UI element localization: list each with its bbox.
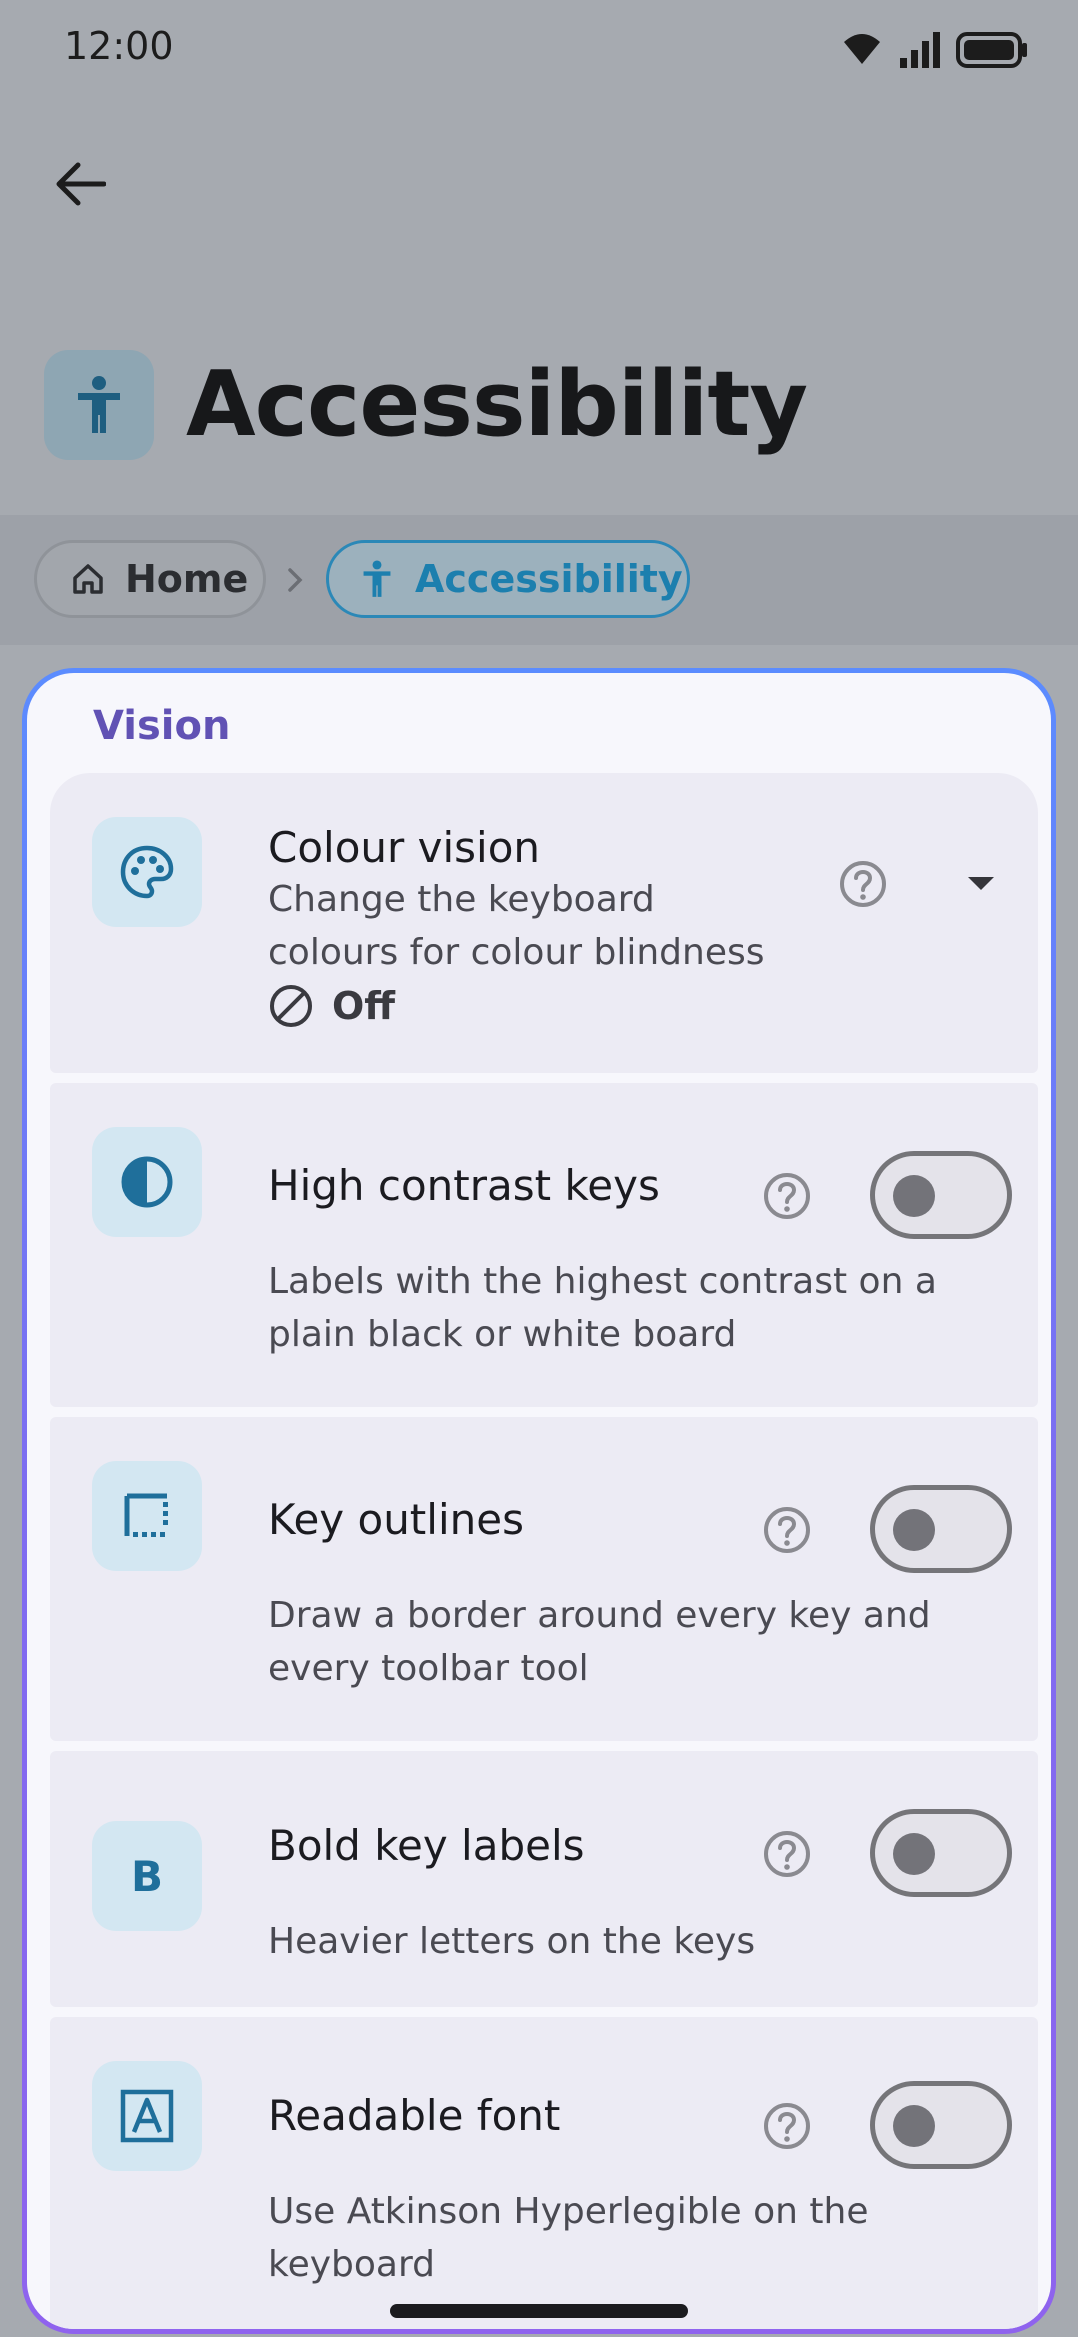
setting-title: High contrast keys (268, 1161, 660, 1210)
section-title: Vision (93, 703, 231, 749)
setting-description: Change the keyboard colours for colour b… (268, 879, 765, 973)
wifi-icon (844, 34, 880, 64)
high-contrast-toggle[interactable] (870, 1151, 1012, 1239)
setting-colour-vision[interactable]: Colour vision Change the keyboard colour… (50, 773, 1038, 1073)
off-icon (270, 985, 312, 1027)
dotted-square-icon (92, 1461, 202, 1571)
status-icons (840, 28, 1040, 72)
battery-icon (956, 32, 1027, 68)
font-icon (92, 2061, 202, 2171)
status-time: 12:00 (64, 24, 174, 68)
bold-labels-toggle[interactable] (870, 1809, 1012, 1897)
breadcrumb-current-label: Accessibility (415, 557, 683, 601)
breadcrumb-current[interactable]: Accessibility (326, 540, 690, 618)
setting-description: Use Atkinson Hyperlegible on the keyboar… (268, 2191, 869, 2285)
toggle-knob (893, 1509, 935, 1551)
setting-value: Off (268, 983, 395, 1029)
vision-card: Vision Colour vision Change the keyboard… (22, 668, 1056, 2334)
key-outlines-toggle[interactable] (870, 1485, 1012, 1573)
page-title: Accessibility (186, 352, 808, 457)
help-icon[interactable] (838, 859, 888, 909)
setting-key-outlines[interactable]: Key outlines Draw a border around every … (50, 1417, 1038, 1741)
chevron-right-icon (284, 560, 308, 604)
help-icon[interactable] (762, 1171, 812, 1221)
setting-title: Key outlines (268, 1495, 524, 1544)
setting-description: Heavier letters on the keys (268, 1921, 756, 1962)
help-icon[interactable] (762, 1829, 812, 1879)
help-icon[interactable] (762, 1505, 812, 1555)
back-arrow-icon (56, 162, 106, 206)
setting-title: Colour vision (268, 823, 541, 872)
breadcrumb-home[interactable]: Home (34, 540, 266, 618)
contrast-icon (92, 1127, 202, 1237)
setting-title: Bold key labels (268, 1821, 585, 1870)
palette-icon (92, 817, 202, 927)
setting-description: Draw a border around every key and every… (268, 1595, 931, 1689)
dropdown-arrow-icon[interactable] (966, 873, 996, 897)
signal-icon (900, 32, 940, 68)
breadcrumb-home-label: Home (125, 557, 249, 601)
toggle-knob (893, 1833, 935, 1875)
toggle-knob (893, 1175, 935, 1217)
setting-description: Labels with the highest contrast on a pl… (268, 1261, 937, 1355)
back-button[interactable] (40, 148, 120, 220)
setting-title: Readable font (268, 2091, 561, 2140)
accessibility-icon (363, 560, 391, 597)
home-icon (73, 564, 103, 594)
setting-bold-key-labels[interactable]: B Bold key labels Heavier letters on the… (50, 1751, 1038, 2007)
bold-icon: B (92, 1821, 202, 1931)
toggle-knob (893, 2105, 935, 2147)
help-icon[interactable] (762, 2101, 812, 2151)
home-indicator[interactable] (390, 2304, 688, 2318)
setting-readable-font[interactable]: Readable font Use Atkinson Hyperlegible … (50, 2017, 1038, 2329)
setting-high-contrast-keys[interactable]: High contrast keys Labels with the highe… (50, 1083, 1038, 1407)
accessibility-icon (44, 350, 154, 460)
readable-font-toggle[interactable] (870, 2081, 1012, 2169)
